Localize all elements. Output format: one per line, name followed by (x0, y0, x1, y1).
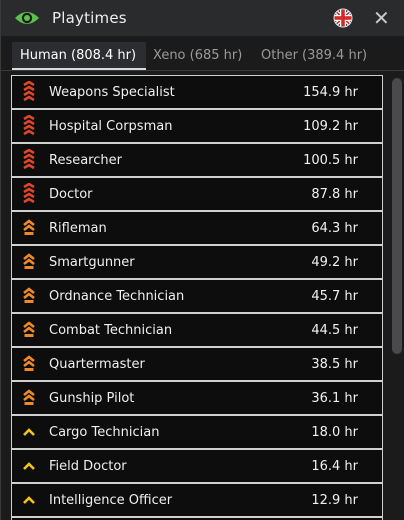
playtime-row[interactable]: Hospital Corpsman 109.2 hr (11, 109, 383, 143)
role-name: Rifleman (49, 220, 107, 236)
playtime-row[interactable]: Ordnance Technician 45.7 hr (11, 279, 383, 313)
role-hours: 12.9 hr (311, 492, 358, 508)
tab-divider (1, 70, 404, 71)
tab-other[interactable]: Other (389.4 hr) (253, 42, 393, 70)
role-hours: 154.9 hr (303, 84, 358, 100)
role-name: Field Doctor (49, 458, 127, 474)
playtime-row[interactable]: Smartgunner 49.2 hr (11, 245, 383, 279)
playtime-row[interactable]: Weapons Specialist 154.9 hr (11, 75, 383, 109)
role-name: Smartgunner (49, 254, 135, 270)
role-name: Quartermaster (49, 356, 145, 372)
role-hours: 45.7 hr (311, 288, 358, 304)
playtime-row[interactable]: Rifleman 64.3 hr (11, 211, 383, 245)
role-name: Intelligence Officer (49, 492, 173, 508)
rank-mid-icon (21, 319, 37, 341)
rank-senior-icon (21, 115, 37, 137)
role-hours: 38.5 hr (311, 356, 358, 372)
rank-mid-icon (21, 217, 37, 239)
role-name: Cargo Technician (49, 424, 160, 440)
rank-junior-icon (21, 421, 37, 443)
role-hours: 109.2 hr (303, 118, 358, 134)
playtime-row[interactable]: Doctor 87.8 hr (11, 177, 383, 211)
rank-junior-icon (21, 489, 37, 511)
playtimes-window: Playtimes ✕ Human (808.4 hr) Xeno (685 h… (0, 0, 404, 520)
tab-bar: Human (808.4 hr) Xeno (685 hr) Other (38… (1, 42, 404, 70)
playtime-row[interactable]: Intelligence Officer 12.9 hr (11, 483, 383, 517)
eye-icon (14, 5, 40, 31)
close-icon[interactable]: ✕ (373, 8, 390, 28)
role-name: Combat Technician (49, 322, 173, 338)
union-flag-icon[interactable] (332, 8, 354, 28)
rank-senior-icon (21, 183, 37, 205)
rank-mid-icon (21, 387, 37, 409)
role-name: Hospital Corpsman (49, 118, 173, 134)
playtime-row[interactable]: Quartermaster 38.5 hr (11, 347, 383, 381)
role-hours: 44.5 hr (311, 322, 358, 338)
role-name: Doctor (49, 186, 93, 202)
playtime-row[interactable]: Combat Technician 44.5 hr (11, 313, 383, 347)
role-hours: 100.5 hr (303, 152, 358, 168)
list-scrollbar[interactable] (392, 78, 402, 354)
window-title: Playtimes (52, 9, 127, 27)
rank-mid-icon (21, 251, 37, 273)
role-hours: 49.2 hr (311, 254, 358, 270)
playtime-row[interactable]: Researcher 100.5 hr (11, 143, 383, 177)
rank-junior-icon (21, 455, 37, 477)
role-hours: 18.0 hr (311, 424, 358, 440)
role-hours: 64.3 hr (311, 220, 358, 236)
role-name: Ordnance Technician (49, 288, 185, 304)
playtime-row[interactable]: Gunship Pilot 36.1 hr (11, 381, 383, 415)
tab-human[interactable]: Human (808.4 hr) (12, 42, 146, 70)
rank-mid-icon (21, 285, 37, 307)
role-name: Researcher (49, 152, 122, 168)
title-bar[interactable]: Playtimes ✕ (1, 0, 404, 36)
role-hours: 16.4 hr (311, 458, 358, 474)
role-hours: 36.1 hr (311, 390, 358, 406)
playtime-row[interactable]: Field Doctor 16.4 hr (11, 449, 383, 483)
tab-xeno[interactable]: Xeno (685 hr) (145, 42, 249, 70)
playtime-row[interactable]: Cargo Technician 18.0 hr (11, 415, 383, 449)
role-name: Gunship Pilot (49, 390, 135, 406)
role-hours: 87.8 hr (311, 186, 358, 202)
rank-senior-icon (21, 149, 37, 171)
role-name: Weapons Specialist (49, 84, 175, 100)
rank-mid-icon (21, 353, 37, 375)
rank-senior-icon (21, 81, 37, 103)
